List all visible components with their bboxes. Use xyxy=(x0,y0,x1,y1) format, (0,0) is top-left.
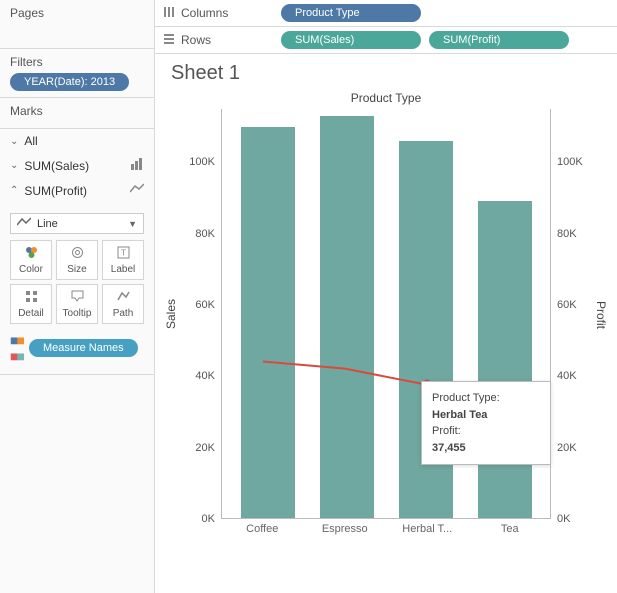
rows-label: Rows xyxy=(181,33,211,47)
marks-header: Marks xyxy=(0,98,154,129)
path-icon xyxy=(117,290,130,306)
y-tick: 0K xyxy=(557,513,597,525)
color-icon xyxy=(25,246,38,262)
y-axis-right: 0K20K40K60K80K100K xyxy=(557,109,597,519)
pages-label: Pages xyxy=(10,6,144,20)
card-label-label: Label xyxy=(111,264,135,275)
measure-names-pill[interactable]: Measure Names xyxy=(29,339,138,357)
y-tick: 20K xyxy=(175,442,215,454)
x-tick: Coffee xyxy=(232,523,292,549)
chevron-down-icon: ▼ xyxy=(128,219,137,229)
marks-label: Marks xyxy=(10,104,144,118)
plot-wrap: Sales Profit 0K20K40K60K80K100K 0K20K40K… xyxy=(221,109,551,549)
x-tick: Tea xyxy=(480,523,540,549)
y-tick: 80K xyxy=(175,228,215,240)
mark-type-label: Line xyxy=(37,218,58,230)
card-color-label: Color xyxy=(19,264,43,275)
tooltip-val-2: 37,455 xyxy=(432,442,466,454)
card-tooltip-label: Tooltip xyxy=(63,308,92,319)
x-tick: Herbal T... xyxy=(397,523,457,549)
svg-text:T: T xyxy=(121,248,126,257)
card-size[interactable]: Size xyxy=(56,240,98,280)
card-label[interactable]: T Label xyxy=(102,240,144,280)
y-axis-left: 0K20K40K60K80K100K xyxy=(175,109,215,519)
mark-type-select[interactable]: Line ▼ xyxy=(10,213,144,234)
marks-row-all[interactable]: ⌄ All xyxy=(10,129,144,153)
rows-shelf[interactable]: Rows SUM(Sales) SUM(Profit) xyxy=(155,27,617,54)
line-chart-icon xyxy=(130,183,144,198)
card-size-label: Size xyxy=(67,264,86,275)
columns-label: Columns xyxy=(181,6,228,20)
y-tick: 60K xyxy=(557,299,597,311)
card-path[interactable]: Path xyxy=(102,284,144,324)
marks-sales-label: SUM(Sales) xyxy=(24,159,130,173)
card-path-label: Path xyxy=(113,308,134,319)
filters-label: Filters xyxy=(10,55,144,69)
color-legend-icon: ■■■■ xyxy=(10,332,23,364)
y-tick: 40K xyxy=(175,370,215,382)
tooltip-icon xyxy=(71,290,84,306)
chevron-up-icon: ⌃ xyxy=(10,185,18,196)
chart-title: Product Type xyxy=(171,91,601,105)
size-icon xyxy=(71,246,84,262)
marks-row-sales[interactable]: ⌄ SUM(Sales) xyxy=(10,153,144,178)
bar-chart-icon xyxy=(130,158,144,173)
columns-icon xyxy=(163,6,175,21)
measure-names-row: ■■■■ Measure Names xyxy=(10,332,144,364)
pages-shelf[interactable]: Pages xyxy=(0,0,154,49)
x-tick: Espresso xyxy=(315,523,375,549)
tooltip-key-1: Product Type: xyxy=(432,390,514,407)
marks-list: ⌄ All ⌄ SUM(Sales) ⌃ SUM(Profit) xyxy=(0,129,154,209)
y-tick: 80K xyxy=(557,228,597,240)
card-detail-label: Detail xyxy=(18,308,44,319)
y-tick: 20K xyxy=(557,442,597,454)
filters-shelf[interactable]: Filters YEAR(Date): 2013 xyxy=(0,49,154,98)
filter-pill-year[interactable]: YEAR(Date): 2013 xyxy=(10,73,129,91)
rows-pill-profit[interactable]: SUM(Profit) xyxy=(429,31,569,49)
chevron-down-icon: ⌄ xyxy=(10,136,18,147)
tooltip: Product Type: Herbal Tea Profit: 37,455 xyxy=(421,381,551,465)
y-tick: 0K xyxy=(175,513,215,525)
rows-pill-sales[interactable]: SUM(Sales) xyxy=(281,31,421,49)
tooltip-val-1: Herbal Tea xyxy=(432,409,487,421)
y-tick: 60K xyxy=(175,299,215,311)
chevron-down-icon: ⌄ xyxy=(10,160,18,171)
columns-pill[interactable]: Product Type xyxy=(281,4,421,22)
card-color[interactable]: Color xyxy=(10,240,52,280)
card-detail[interactable]: Detail xyxy=(10,284,52,324)
right-pane: Columns Product Type Rows SUM(Sales) SUM… xyxy=(155,0,617,593)
label-icon: T xyxy=(117,246,130,262)
y-tick: 100K xyxy=(175,156,215,168)
marks-all-label: All xyxy=(24,134,144,148)
marks-row-profit[interactable]: ⌃ SUM(Profit) xyxy=(10,178,144,203)
sheet-title[interactable]: Sheet 1 xyxy=(171,62,601,85)
marks-card-grid: Color Size T Label Detail Tooltip xyxy=(0,240,154,324)
x-axis: Coffee Espresso Herbal T... Tea xyxy=(221,523,551,549)
tooltip-key-2: Profit: xyxy=(432,423,514,440)
marks-profit-label: SUM(Profit) xyxy=(24,184,130,198)
columns-shelf[interactable]: Columns Product Type xyxy=(155,0,617,27)
detail-icon xyxy=(25,290,38,306)
rows-icon xyxy=(163,33,175,48)
chart-area: Sheet 1 Product Type Sales Profit 0K20K4… xyxy=(155,54,617,593)
card-tooltip[interactable]: Tooltip xyxy=(56,284,98,324)
left-pane: Pages Filters YEAR(Date): 2013 Marks ⌄ A… xyxy=(0,0,155,593)
y-tick: 100K xyxy=(557,156,597,168)
line-chart-icon xyxy=(17,217,31,230)
y-tick: 40K xyxy=(557,370,597,382)
